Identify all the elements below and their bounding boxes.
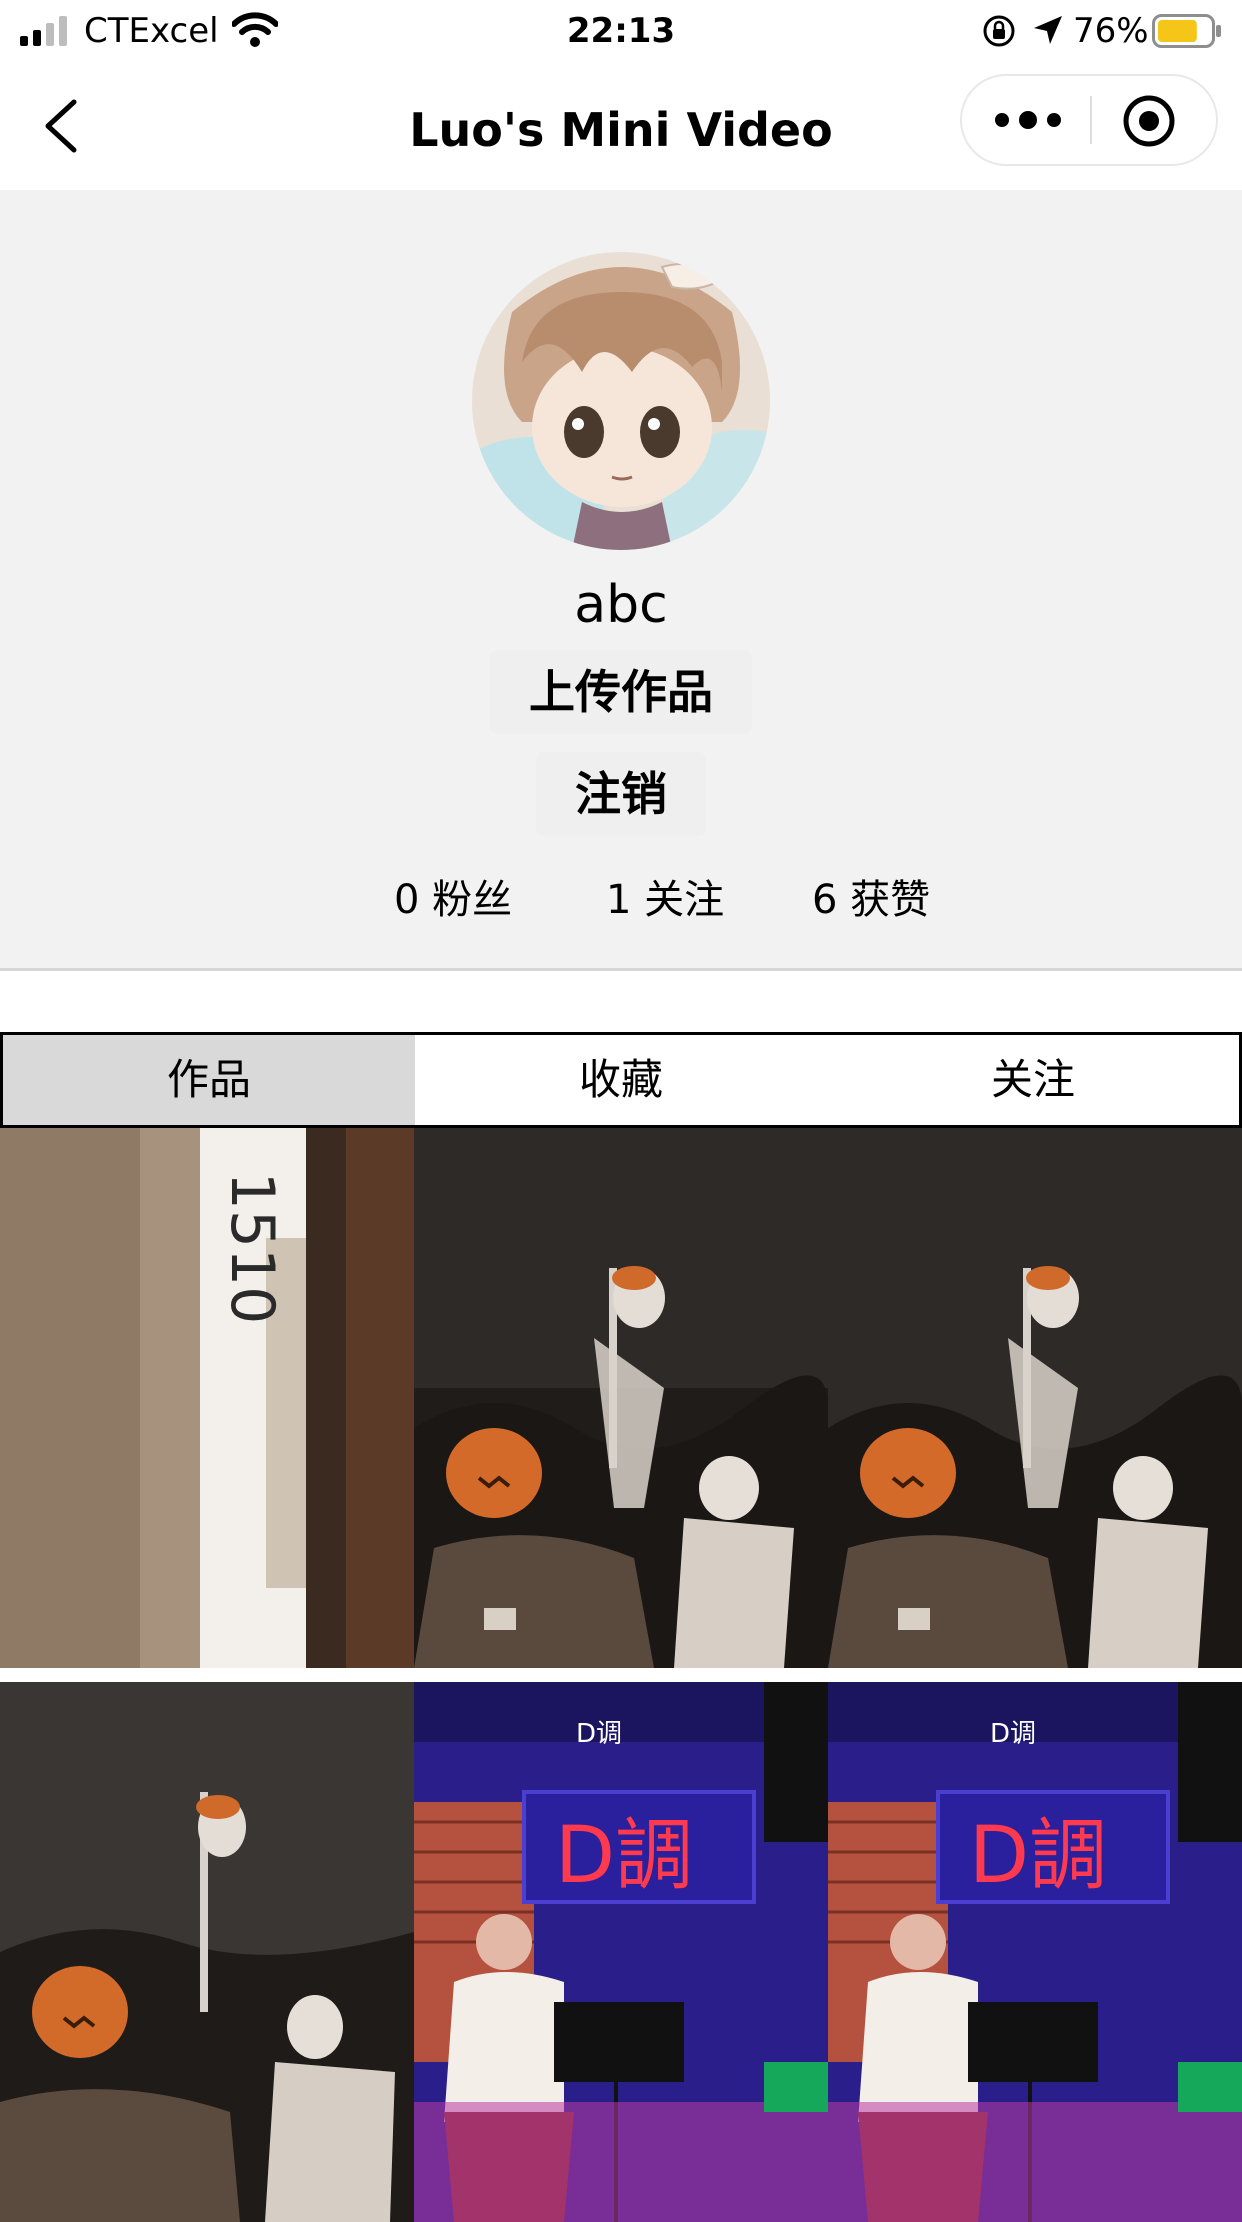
video-thumbnail[interactable] [0, 1682, 414, 2222]
video-thumbnail[interactable]: 1510 [0, 1128, 414, 1668]
video-thumbnail[interactable]: D調 D调 [414, 1682, 828, 2222]
avatar[interactable] [472, 252, 770, 550]
profile-header: abc 上传作品 注销 0 粉丝 1 关注 6 获赞 [0, 190, 1242, 971]
tab-bar: 作品 收藏 关注 [0, 1032, 1242, 1128]
logout-button[interactable]: 注销 [536, 752, 706, 836]
orientation-lock-icon [983, 15, 1015, 47]
username: abc [574, 575, 668, 635]
tab-favorites[interactable]: 收藏 [415, 1035, 827, 1125]
logo-text: D调 [576, 1719, 622, 1749]
target-close-icon[interactable] [1120, 92, 1178, 150]
fans-count[interactable]: 0 粉丝 [394, 872, 512, 928]
sign-text: D調 [969, 1811, 1107, 1901]
video-thumbnail[interactable] [828, 1128, 1242, 1668]
mini-program-capsule [960, 74, 1218, 166]
likes-count: 6 获赞 [812, 877, 931, 923]
logo-text: D调 [990, 1719, 1036, 1749]
tab-works[interactable]: 作品 [3, 1035, 415, 1125]
following-count[interactable]: 1 关注 [606, 872, 724, 928]
video-thumbnail[interactable] [414, 1128, 828, 1668]
door-number-text: 1510 [217, 1172, 287, 1325]
status-bar: CTExcel 22:13 76% [0, 0, 1242, 62]
battery-percentage: 76% [1073, 11, 1149, 51]
capsule-divider [1090, 96, 1092, 144]
section-divider [0, 968, 1242, 971]
battery-icon [1152, 14, 1221, 48]
sign-text: D調 [555, 1811, 693, 1901]
video-thumbnail[interactable]: D調 D调 [828, 1682, 1242, 2222]
tab-following[interactable]: 关注 [827, 1035, 1239, 1125]
video-grid: 1510 D調 D调 D調 D调 [0, 1128, 1242, 2222]
upload-work-button[interactable]: 上传作品 [490, 650, 752, 734]
location-arrow-icon [1034, 16, 1062, 44]
more-dots-icon[interactable] [990, 96, 1066, 144]
navigation-bar: Luo's Mini Video [0, 62, 1242, 190]
